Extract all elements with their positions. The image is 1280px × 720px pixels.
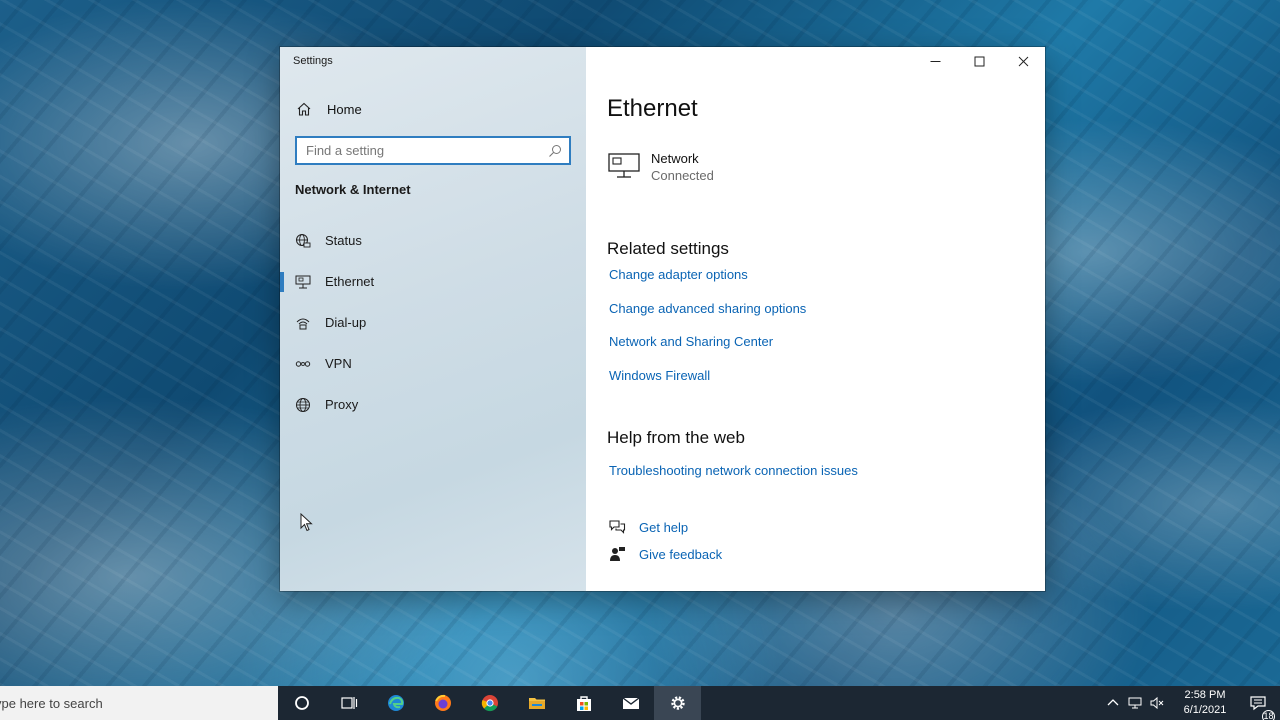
link-network-sharing-center[interactable]: Network and Sharing Center [609, 334, 773, 349]
help-heading: Help from the web [607, 428, 745, 447]
volume-tray-button[interactable] [1146, 686, 1168, 720]
settings-taskbar-button[interactable] [654, 686, 701, 720]
volume-muted-icon [1150, 696, 1164, 710]
nav-home-label: Home [327, 101, 362, 117]
search-icon [549, 144, 561, 157]
firefox-icon [434, 694, 451, 711]
mail-icon [622, 697, 639, 709]
notification-icon [1250, 696, 1266, 711]
ethernet-network-icon [608, 153, 640, 178]
file-explorer-button[interactable] [513, 686, 560, 720]
sidebar-nav: Status Ethernet Dial-up VPN Proxy [280, 220, 586, 425]
settings-window: Settings Home Network & Internet [280, 47, 1045, 591]
settings-sidebar: Settings Home Network & Internet [280, 47, 586, 591]
feedback-person-icon [610, 547, 625, 561]
ethernet-icon [295, 275, 311, 288]
sidebar-item-ethernet[interactable]: Ethernet [280, 261, 586, 302]
window-title: Settings [293, 55, 333, 67]
give-feedback-link[interactable]: Give feedback [608, 545, 722, 563]
notification-count: 18 [1262, 710, 1275, 720]
nav-home[interactable]: Home [296, 101, 362, 117]
clock-time: 2:58 PM [1184, 689, 1226, 701]
vpn-icon [295, 360, 311, 367]
cortana-button[interactable] [278, 686, 325, 720]
folder-icon [528, 698, 545, 709]
taskbar-clock[interactable]: 2:58 PM 6/1/2021 [1174, 688, 1236, 718]
maximize-button[interactable] [957, 47, 1001, 75]
chat-help-icon [609, 520, 626, 534]
link-change-advanced-sharing[interactable]: Change advanced sharing options [609, 301, 806, 316]
globe-icon [296, 397, 310, 412]
task-view-button[interactable] [325, 686, 372, 720]
get-help-link[interactable]: Get help [608, 518, 688, 536]
link-change-adapter-options[interactable]: Change adapter options [609, 267, 748, 282]
system-tray: 2:58 PM 6/1/2021 18 [1102, 686, 1280, 720]
cortana-circle-icon [294, 696, 309, 710]
maximize-icon [974, 56, 984, 66]
network-connection[interactable]: Network Connected [607, 151, 714, 183]
dialup-icon [296, 318, 310, 329]
section-title: Network & Internet [295, 182, 411, 197]
chrome-icon [481, 695, 498, 712]
chrome-button[interactable] [466, 686, 513, 720]
taskbar-search[interactable]: ype here to search [0, 686, 278, 720]
store-bag-icon [576, 696, 591, 711]
sidebar-item-label: Ethernet [325, 274, 375, 289]
taskbar-search-text: ype here to search [0, 695, 103, 711]
ethernet-tray-icon [1128, 697, 1142, 709]
minimize-icon [930, 60, 940, 62]
globe-status-icon [296, 233, 311, 247]
task-view-icon [340, 697, 357, 709]
network-text: Network Connected [651, 151, 714, 183]
search-box[interactable] [295, 136, 571, 165]
caption-buttons [913, 47, 1045, 75]
settings-content: Ethernet Network Connected Related setti… [586, 47, 1045, 591]
give-feedback-label: Give feedback [639, 546, 723, 562]
sidebar-item-dialup[interactable]: Dial-up [280, 302, 586, 343]
network-status: Connected [651, 168, 714, 183]
sidebar-item-label: VPN [325, 356, 352, 371]
link-windows-firewall[interactable]: Windows Firewall [609, 368, 710, 383]
sidebar-item-vpn[interactable]: VPN [280, 343, 586, 384]
action-center-button[interactable]: 18 [1236, 694, 1280, 720]
sidebar-item-label: Proxy [325, 397, 359, 412]
mouse-cursor-icon [300, 513, 313, 532]
close-button[interactable] [1001, 47, 1045, 75]
mail-button[interactable] [607, 686, 654, 720]
minimize-button[interactable] [913, 47, 957, 75]
page-title: Ethernet [607, 95, 698, 122]
network-name: Network [651, 151, 699, 166]
taskbar: ype here to search 2:58 PM 6/1/2021 18 [0, 686, 1280, 720]
store-button[interactable] [560, 686, 607, 720]
close-icon [1018, 56, 1028, 66]
show-hidden-icons-button[interactable] [1102, 686, 1124, 720]
network-tray-button[interactable] [1124, 686, 1146, 720]
chevron-up-icon [1107, 699, 1119, 706]
edge-button[interactable] [372, 686, 419, 720]
firefox-button[interactable] [419, 686, 466, 720]
edge-icon [387, 695, 404, 711]
get-help-label: Get help [639, 519, 689, 535]
home-icon [297, 102, 311, 116]
sidebar-item-proxy[interactable]: Proxy [280, 384, 586, 425]
sidebar-item-status[interactable]: Status [280, 220, 586, 261]
related-settings-heading: Related settings [607, 239, 729, 258]
search-input[interactable] [297, 138, 548, 163]
clock-date: 6/1/2021 [1183, 704, 1227, 716]
sidebar-item-label: Dial-up [325, 315, 367, 330]
sidebar-item-label: Status [325, 233, 362, 248]
gear-icon [670, 696, 685, 710]
link-troubleshooting[interactable]: Troubleshooting network connection issue… [609, 463, 858, 478]
